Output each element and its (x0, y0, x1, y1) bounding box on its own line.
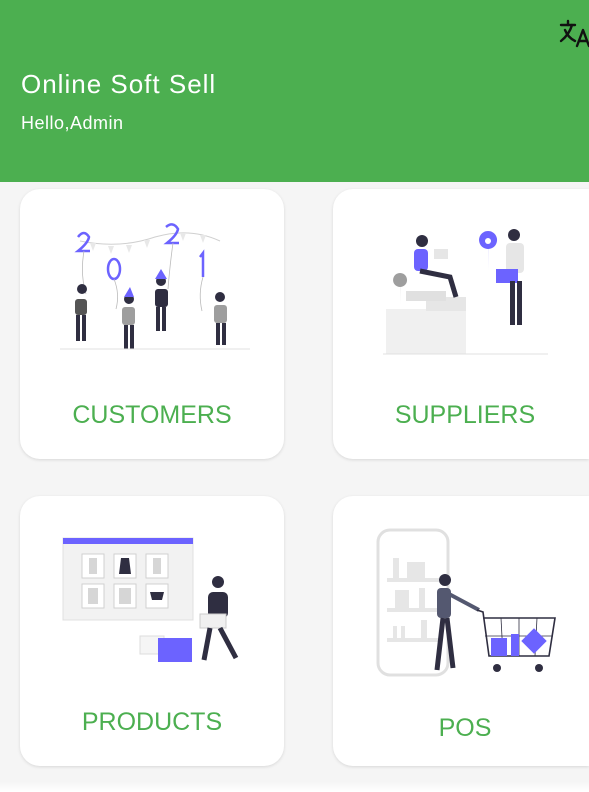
products-card[interactable]: PRODUCTS (20, 496, 284, 766)
pos-label: POS (438, 714, 492, 742)
products-illustration (62, 537, 239, 662)
pos-illustration (376, 528, 556, 677)
app-header: Online Soft Sell Hello,Admin (0, 0, 589, 182)
greeting-text: Hello,Admin (21, 113, 124, 133)
translate-icon (559, 19, 589, 48)
products-label: PRODUCTS (81, 708, 223, 736)
customers-label: CUSTOMERS (72, 401, 232, 429)
translate-button[interactable] (558, 16, 589, 52)
next-row-hint (0, 782, 589, 792)
customers-illustration (60, 223, 250, 350)
pos-card[interactable]: POS (333, 496, 589, 766)
customers-card[interactable]: CUSTOMERS (20, 189, 284, 459)
suppliers-illustration (383, 229, 548, 355)
suppliers-card[interactable]: SUPPLIERS (333, 189, 589, 459)
suppliers-label: SUPPLIERS (394, 401, 536, 429)
app-title: Online Soft Sell (21, 69, 217, 99)
